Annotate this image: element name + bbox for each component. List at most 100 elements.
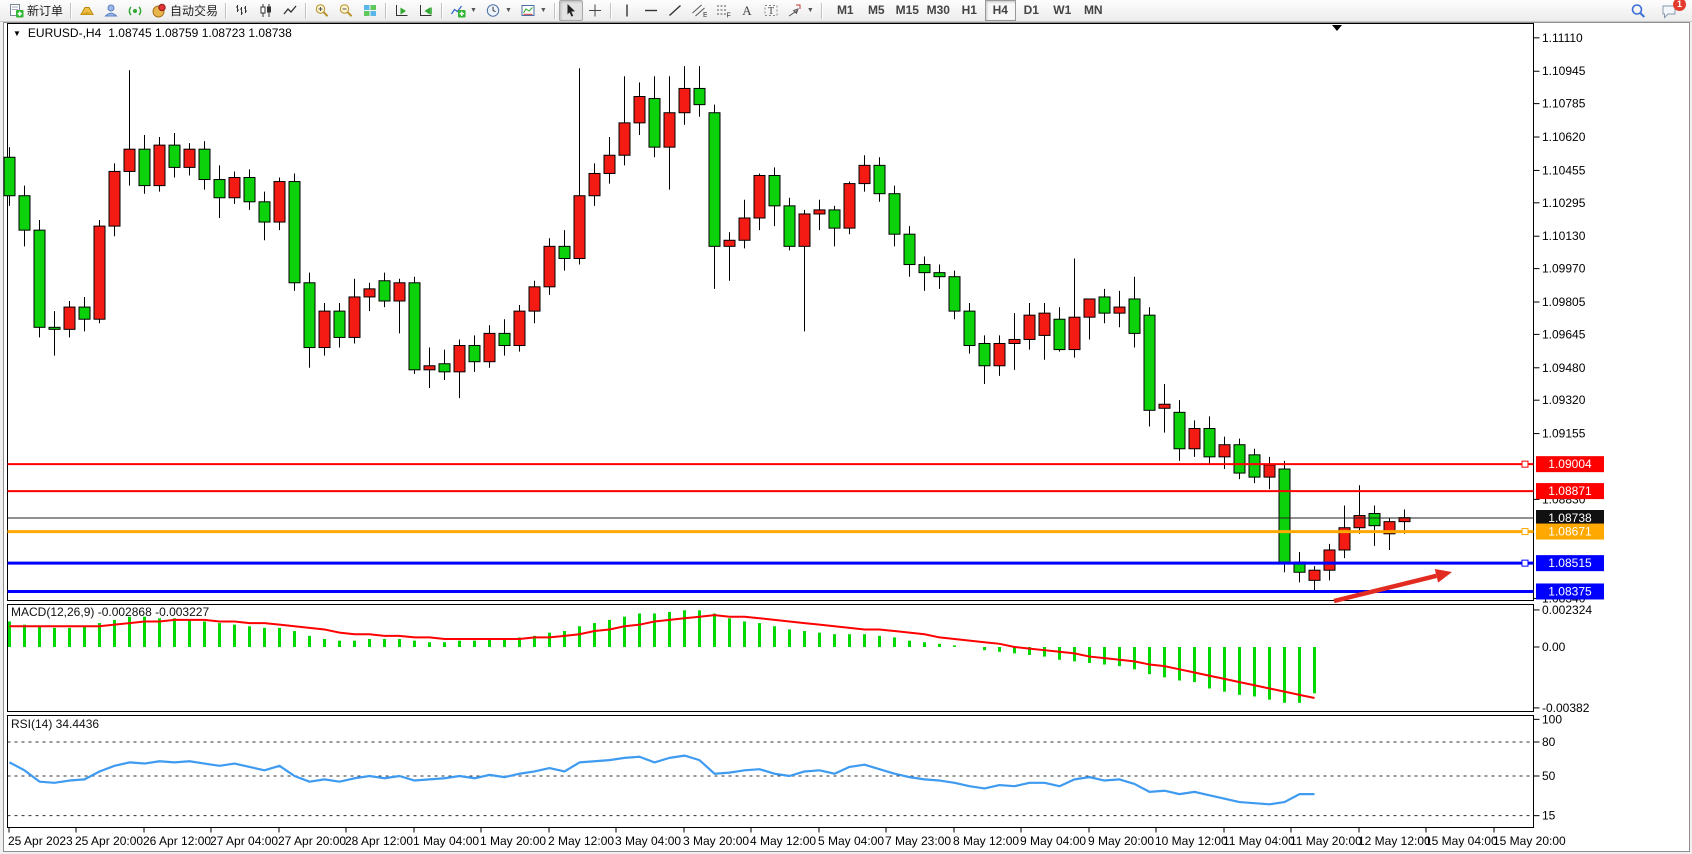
hline-handle[interactable]	[1522, 461, 1528, 467]
hline-handle[interactable]	[1522, 529, 1528, 535]
chart-symbol-timeframe: EURUSD-,H4	[28, 26, 101, 40]
svg-text:E: E	[703, 12, 707, 18]
price-tick-label: 1.09320	[1542, 393, 1586, 407]
price-badge-label: 1.09004	[1548, 457, 1592, 471]
timeframe-d1[interactable]: D1	[1016, 0, 1047, 21]
fibonacci-button[interactable]: F	[711, 0, 735, 21]
chart-canvas[interactable]: 1.111101.109451.107851.106201.104551.102…	[0, 0, 1692, 854]
candle	[904, 234, 915, 264]
new-order-button[interactable]: 新订单	[4, 0, 67, 21]
candle	[1354, 516, 1365, 528]
collapse-icon[interactable]: ▼	[13, 29, 21, 38]
profiles-button[interactable]	[75, 0, 99, 21]
timeframe-mn[interactable]: MN	[1078, 0, 1109, 21]
bar-chart-button[interactable]	[230, 0, 254, 21]
timeframe-m5[interactable]: M5	[861, 0, 892, 21]
candle-chart-button[interactable]	[254, 0, 278, 21]
price-tick-label: 1.10295	[1542, 196, 1586, 210]
candle	[769, 175, 780, 205]
tile-windows-button[interactable]	[358, 0, 382, 21]
candle	[634, 97, 645, 123]
candle	[724, 240, 735, 246]
timeframe-w1[interactable]: W1	[1047, 0, 1078, 21]
chevron-down-icon[interactable]: ▼	[540, 7, 547, 14]
timeframe-h4[interactable]: H4	[985, 0, 1016, 21]
timeframe-h1[interactable]: H1	[954, 0, 985, 21]
toolbar-separator	[385, 3, 387, 19]
chart-shift-button[interactable]	[414, 0, 438, 21]
candle	[859, 165, 870, 183]
zoom-out-icon	[338, 3, 354, 18]
candle	[484, 333, 495, 361]
candle	[289, 182, 300, 283]
candle	[304, 283, 315, 348]
timeframe-m15[interactable]: M15	[892, 0, 923, 21]
crosshair-button[interactable]	[583, 0, 607, 21]
cursor-button[interactable]	[559, 0, 583, 21]
label-button[interactable]: T	[759, 0, 783, 21]
candle	[1084, 299, 1095, 317]
time-label: 25 Apr 2023	[8, 834, 73, 848]
vertical-line-button[interactable]	[615, 0, 639, 21]
time-label: 4 May 12:00	[750, 834, 816, 848]
chevron-down-icon[interactable]: ▼	[470, 7, 477, 14]
indicators-button[interactable]: ▼	[446, 0, 481, 21]
price-tick-label: 1.10620	[1542, 130, 1586, 144]
search-button[interactable]	[1626, 0, 1651, 21]
auto-scroll-button[interactable]	[390, 0, 414, 21]
channel-button[interactable]: E	[687, 0, 711, 21]
candle	[394, 283, 405, 301]
price-badge-label: 1.08671	[1548, 525, 1592, 539]
candle	[1099, 297, 1110, 313]
price-tick-label: 1.09155	[1542, 427, 1586, 441]
macd-axis-label: 0.002324	[1542, 603, 1592, 617]
candle	[199, 149, 210, 179]
candle	[1234, 445, 1245, 473]
chevron-down-icon[interactable]: ▼	[807, 7, 814, 14]
main-toolbar: 新订单 自动交易 ▼ ▼ ▼ E FAT ▼ M1M5M15M30H1H4D1W1MN 1	[0, 0, 1692, 22]
candle	[544, 246, 555, 286]
time-label: 3 May 20:00	[683, 834, 749, 848]
candle	[94, 226, 105, 319]
time-axis[interactable]: 25 Apr 202325 Apr 20:0026 Apr 12:0027 Ap…	[8, 828, 1566, 849]
horizontal-line-button[interactable]	[639, 0, 663, 21]
community-button[interactable]	[99, 0, 123, 21]
text-button[interactable]: A	[735, 0, 759, 21]
candle	[109, 171, 120, 226]
candle	[169, 145, 180, 167]
trendline-button[interactable]	[663, 0, 687, 21]
candle	[754, 175, 765, 218]
community-icon	[103, 3, 119, 18]
indicators-icon	[450, 3, 466, 18]
line-chart-button[interactable]	[278, 0, 302, 21]
new-order-button-label: 新订单	[27, 2, 63, 19]
candle	[709, 113, 720, 247]
shapes-button[interactable]: ▼	[783, 0, 818, 21]
templates-button[interactable]: ▼	[516, 0, 551, 21]
auto-trading-button-label: 自动交易	[170, 2, 218, 19]
signals-button[interactable]	[123, 0, 147, 21]
hline-handle[interactable]	[1522, 560, 1528, 566]
zoom-out-button[interactable]	[334, 0, 358, 21]
chat-button[interactable]: 1	[1657, 0, 1682, 21]
timeframe-m1[interactable]: M1	[830, 0, 861, 21]
rsi-axis-label: 100	[1542, 712, 1562, 726]
zoom-in-button[interactable]	[310, 0, 334, 21]
candle	[1264, 465, 1275, 477]
chevron-down-icon[interactable]: ▼	[505, 7, 512, 14]
candle	[409, 283, 420, 370]
new-order-icon	[8, 3, 24, 18]
candle	[64, 307, 75, 329]
candle	[619, 123, 630, 155]
clock-icon	[485, 3, 501, 18]
price-badge-label: 1.08515	[1548, 556, 1592, 570]
auto-trading-button[interactable]: 自动交易	[147, 0, 222, 21]
timeframe-m30[interactable]: M30	[923, 0, 954, 21]
periods-button[interactable]: ▼	[481, 0, 516, 21]
price-axis[interactable]: 1.111101.109451.107851.106201.104551.102…	[1534, 31, 1605, 606]
price-badge-label: 1.08871	[1548, 484, 1592, 498]
svg-text:F: F	[726, 13, 730, 19]
candle	[964, 311, 975, 345]
bars-icon	[234, 3, 250, 18]
time-label: 11 May 04:00	[1223, 834, 1295, 848]
